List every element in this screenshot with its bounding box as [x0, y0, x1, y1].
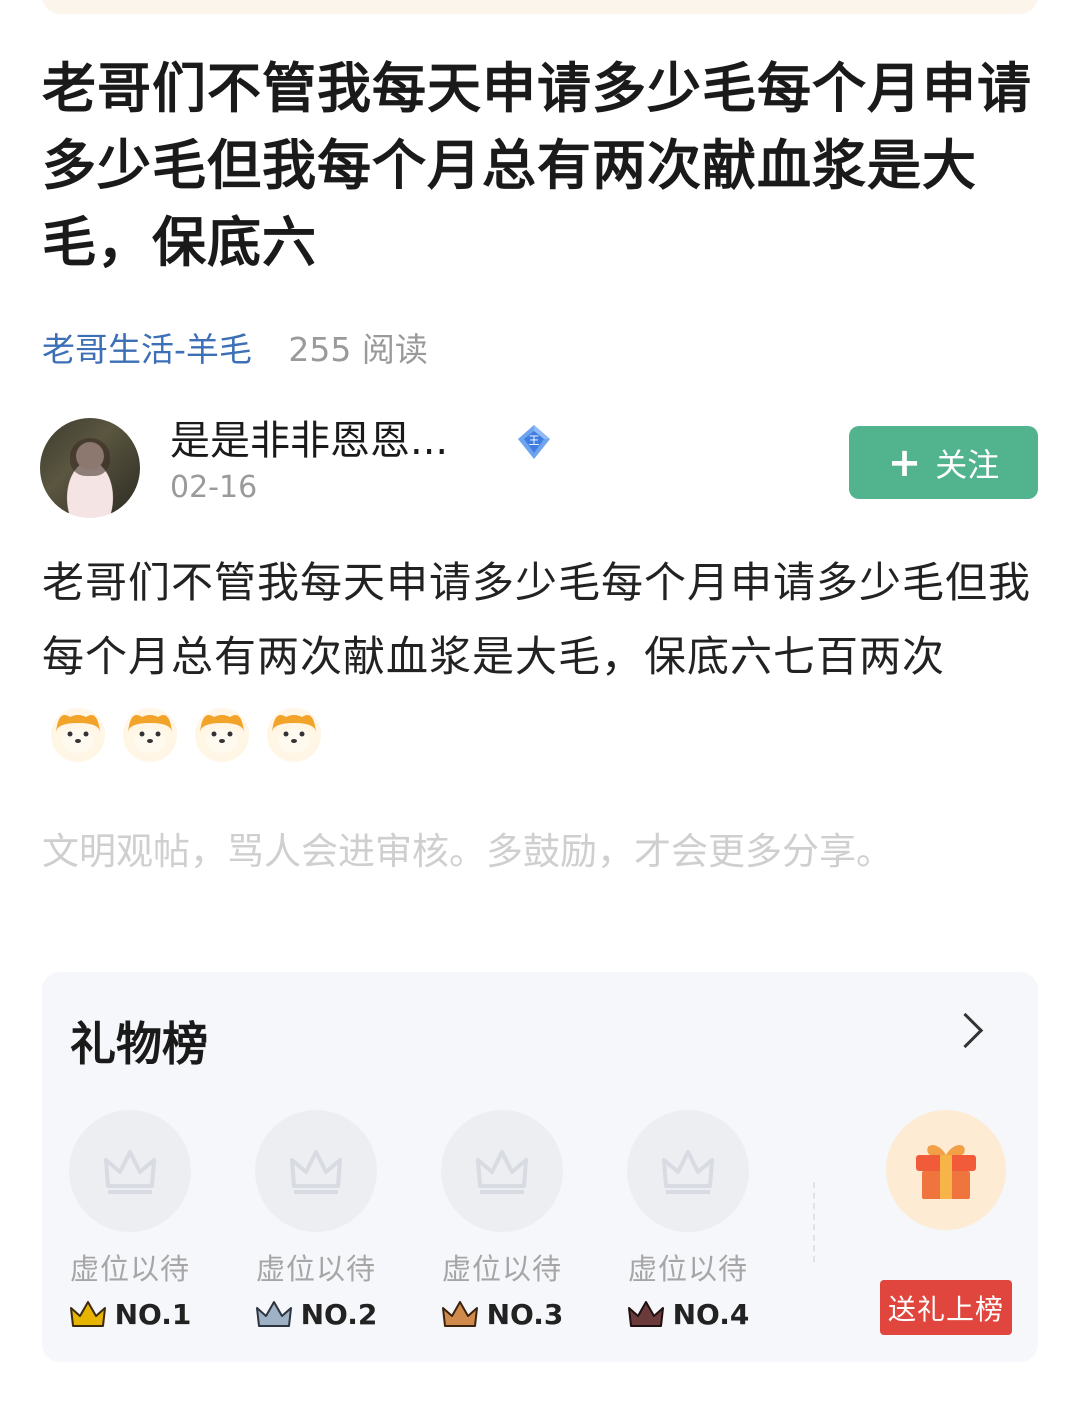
slot-label: 虚位以待 — [441, 1252, 562, 1286]
rank-label: NO.1 — [55, 1298, 205, 1331]
post-date: 02-16 — [170, 470, 258, 505]
follow-label: 关注 — [935, 445, 1000, 484]
shiba-emoji-icon — [123, 708, 177, 762]
crown-bronze-icon — [441, 1300, 478, 1327]
gift-rank-slot-2[interactable]: 虚位以待 NO.2 — [241, 1110, 391, 1331]
gift-board-title: 礼物榜 — [70, 1017, 208, 1071]
post-meta: 老哥生活-羊毛 255 阅读 — [42, 328, 428, 372]
emoji-row — [48, 703, 324, 763]
rank-label: NO.3 — [427, 1298, 577, 1331]
read-count: 255 阅读 — [288, 330, 428, 369]
post-body: 老哥们不管我每天申请多少毛每个月申请多少毛但我每个月总有两次献血浆是大毛，保底六… — [42, 546, 1042, 768]
crown-outline-icon — [662, 1150, 714, 1194]
gift-box-icon[interactable] — [886, 1110, 1006, 1230]
rank-label: NO.4 — [613, 1298, 763, 1331]
slot-label: 虚位以待 — [69, 1252, 190, 1286]
shiba-emoji-icon — [51, 708, 105, 762]
empty-slot-avatar — [441, 1110, 563, 1232]
previous-card-edge — [42, 0, 1038, 14]
gift-rank-slot-3[interactable]: 虚位以待 NO.3 — [427, 1110, 577, 1331]
civility-note: 文明观帖，骂人会进审核。多鼓励，才会更多分享。 — [42, 830, 893, 873]
rank-text: NO.3 — [486, 1298, 564, 1331]
slot-label: 虚位以待 — [627, 1252, 748, 1286]
gift-board: 礼物榜 虚位以待 NO.1 虚位以待 NO.2 虚位以待 NO.3 虚位以待 N… — [42, 972, 1038, 1362]
divider — [813, 1182, 815, 1262]
follow-button[interactable]: + 关注 — [849, 426, 1038, 499]
diamond-badge-icon: 王 — [518, 425, 550, 459]
crown-silver-icon — [255, 1300, 292, 1327]
send-gift-button[interactable]: 送礼上榜 — [880, 1280, 1012, 1335]
post-title: 老哥们不管我每天申请多少毛每个月申请多少毛但我每个月总有两次献血浆是大毛，保底六 — [42, 57, 1032, 274]
shiba-emoji-icon — [195, 708, 249, 762]
gift-rank-slot-4[interactable]: 虚位以待 NO.4 — [613, 1110, 763, 1331]
post-body-text: 老哥们不管我每天申请多少毛每个月申请多少毛但我每个月总有两次献血浆是大毛，保底六… — [42, 558, 1032, 681]
rank-text: NO.1 — [114, 1298, 192, 1331]
crown-dark-icon — [627, 1300, 664, 1327]
author-avatar[interactable] — [40, 418, 140, 518]
gift-rank-slot-1[interactable]: 虚位以待 NO.1 — [55, 1110, 205, 1331]
rank-text: NO.2 — [300, 1298, 378, 1331]
crown-outline-icon — [104, 1150, 156, 1194]
plus-icon: + — [887, 439, 922, 486]
crown-outline-icon — [290, 1150, 342, 1194]
empty-slot-avatar — [255, 1110, 377, 1232]
chevron-right-icon[interactable] — [947, 1012, 984, 1049]
shiba-emoji-icon — [267, 708, 321, 762]
crown-gold-icon — [69, 1300, 106, 1327]
rank-label: NO.2 — [241, 1298, 391, 1331]
channel-link[interactable]: 老哥生活-羊毛 — [42, 330, 252, 369]
empty-slot-avatar — [627, 1110, 749, 1232]
author-name[interactable]: 是是非非恩恩... — [170, 416, 448, 466]
rank-text: NO.4 — [672, 1298, 750, 1331]
svg-text:王: 王 — [529, 434, 540, 447]
crown-outline-icon — [476, 1150, 528, 1194]
empty-slot-avatar — [69, 1110, 191, 1232]
slot-label: 虚位以待 — [255, 1252, 376, 1286]
